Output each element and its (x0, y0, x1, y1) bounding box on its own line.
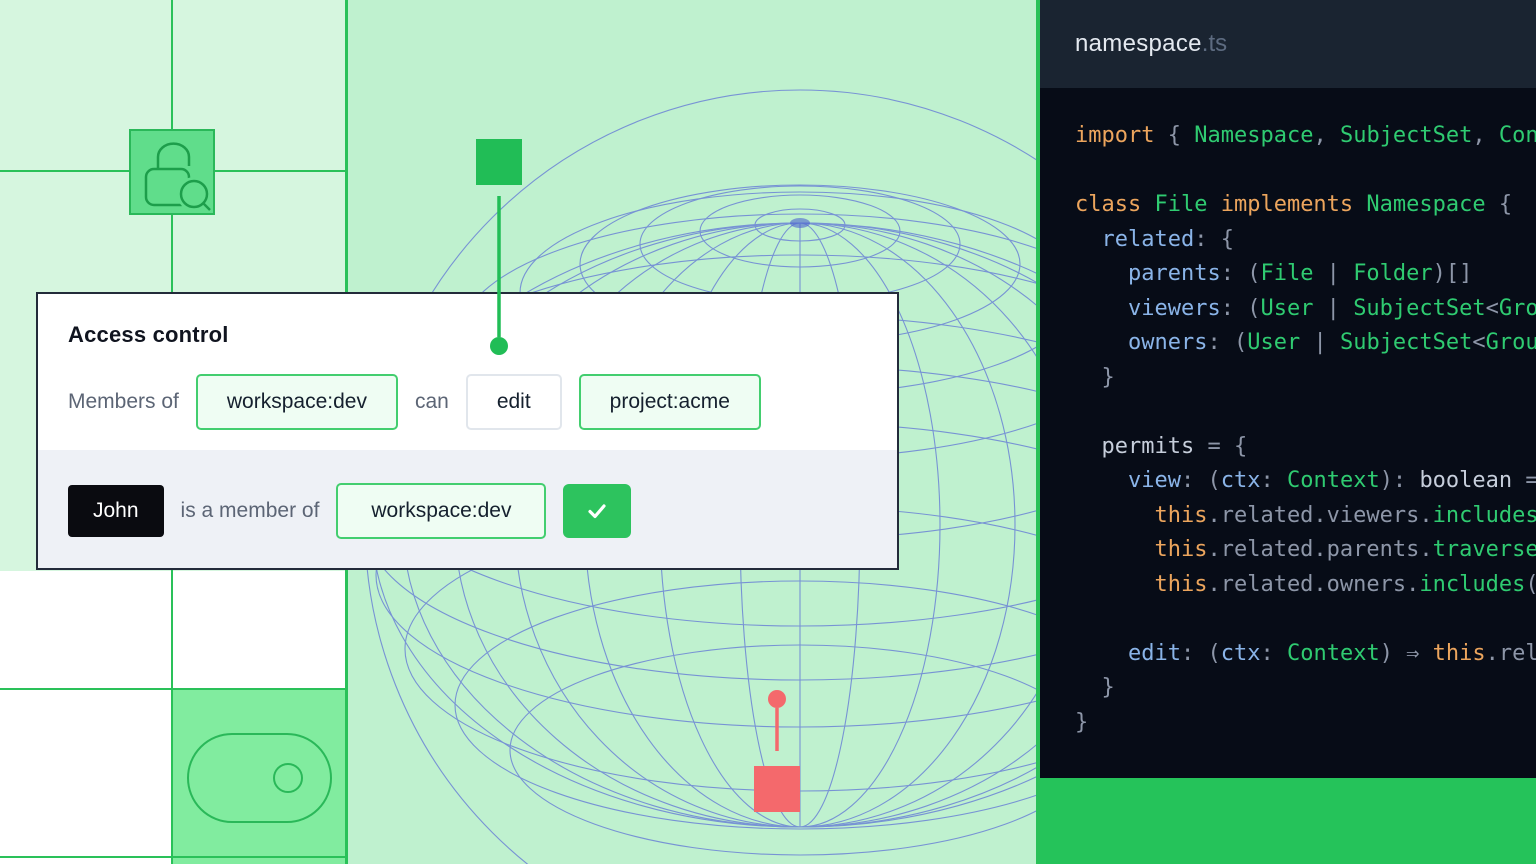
confirm-check-button[interactable] (563, 484, 631, 538)
grid-cell-white (0, 689, 172, 864)
subject-chip[interactable]: workspace:dev (196, 374, 398, 430)
action-chip[interactable]: edit (466, 374, 562, 430)
code-block: import { Namespace, SubjectSet, Context … (1040, 88, 1536, 740)
grid-line-horizontal (0, 688, 348, 690)
globe-pole-dot (790, 218, 810, 228)
grid-cell-green (172, 689, 345, 864)
footer-accent-bar (1040, 778, 1536, 864)
access-control-card: Access control Members of workspace:dev … (36, 292, 899, 570)
object-chip[interactable]: project:acme (579, 374, 761, 430)
lock-search-icon (129, 129, 215, 215)
card-title: Access control (68, 322, 229, 348)
panel-divider (1036, 0, 1040, 864)
lock-search-glyph (131, 131, 213, 213)
group-chip[interactable]: workspace:dev (336, 483, 546, 539)
toggle-knob-icon (273, 763, 303, 793)
relation-label: is a member of (181, 499, 320, 523)
membership-check-row: John is a member of workspace:dev (68, 484, 631, 538)
permission-rule-row: Members of workspace:dev can edit projec… (68, 373, 761, 431)
grid-line-horizontal (0, 856, 348, 858)
rule-verb-label: can (415, 390, 449, 414)
file-name: namespace (1075, 30, 1202, 58)
editor-titlebar: namespace.ts (1040, 0, 1536, 88)
hero-graphic: Access control Members of workspace:dev … (0, 0, 1536, 864)
file-extension: .ts (1202, 30, 1227, 58)
rule-prefix-label: Members of (68, 390, 179, 414)
check-icon (585, 499, 609, 523)
code-editor-panel: namespace.ts import { Namespace, Subject… (1040, 0, 1536, 778)
toggle-pill-icon (187, 733, 332, 823)
user-chip[interactable]: John (68, 485, 164, 537)
